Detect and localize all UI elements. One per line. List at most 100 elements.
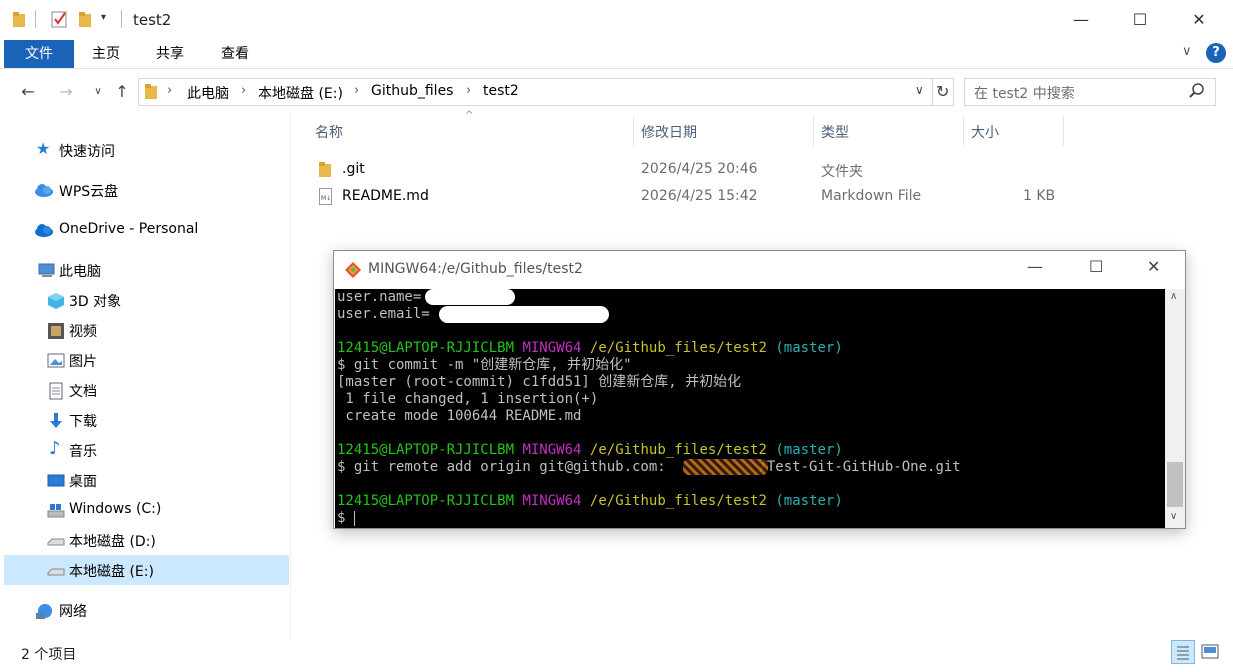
file-type: Markdown File	[821, 188, 922, 204]
window-title: test2	[133, 11, 172, 29]
address-bar[interactable]: › 此电脑 › 本地磁盘 (E:) › Github_files › test2…	[138, 78, 954, 106]
prompt-user: 12415@LAPTOP-RJJICLBM	[337, 442, 515, 458]
large-icons-view-icon[interactable]	[1200, 642, 1220, 666]
breadcrumb-chevron-icon[interactable]: ›	[167, 83, 172, 98]
terminal-scrollbar[interactable]: ∧ ∨	[1165, 289, 1185, 528]
new-folder-icon[interactable]	[78, 10, 94, 32]
column-divider[interactable]	[1063, 116, 1064, 146]
scroll-up-chevron-icon[interactable]: ∧	[1170, 291, 1177, 302]
sidebar-item-documents[interactable]: 文档	[4, 375, 289, 405]
details-view-icon[interactable]	[1171, 640, 1195, 664]
sidebar-item-downloads[interactable]: 下载	[4, 405, 289, 435]
sidebar-item-label: 下载	[69, 414, 97, 430]
search-input[interactable]: 在 test2 中搜索	[964, 78, 1216, 106]
file-modified: 2026/4/25 20:46	[641, 161, 758, 177]
terminal-minimize-button[interactable]: —	[1027, 257, 1043, 276]
sidebar-item-label: 3D 对象	[69, 294, 122, 310]
sidebar-item-videos[interactable]: 视频	[4, 315, 289, 345]
prompt-branch: (master)	[775, 442, 843, 458]
table-row[interactable]: M↓ README.md 2026/4/25 15:42 Markdown Fi…	[310, 185, 1070, 209]
download-arrow-icon	[47, 412, 63, 428]
column-header-size[interactable]: 大小	[971, 122, 999, 142]
navigation-bar: ← → ∨ ↑ › 此电脑 › 本地磁盘 (E:) › Github_files…	[0, 72, 1233, 112]
cube-icon	[47, 292, 64, 309]
maximize-button[interactable]: ☐	[1110, 0, 1170, 40]
sidebar-item-drive-d[interactable]: 本地磁盘 (D:)	[4, 525, 289, 555]
breadcrumb-github-files[interactable]: Github_files	[371, 83, 453, 99]
file-modified: 2026/4/25 15:42	[641, 188, 758, 204]
column-divider[interactable]	[963, 116, 964, 146]
sidebar-item-label: 此电脑	[59, 264, 101, 280]
column-divider[interactable]	[813, 116, 814, 146]
terminal-prompt-line: 12415@LAPTOP-RJJICLBM MINGW64 /e/Github_…	[337, 493, 843, 510]
file-size: 1 KB	[1023, 188, 1056, 204]
forward-arrow-icon[interactable]: →	[54, 80, 78, 104]
breadcrumb-chevron-icon[interactable]: ›	[241, 83, 246, 98]
terminal-line: $ git commit -m "创建新仓库, 并初始化"	[337, 357, 632, 373]
column-divider[interactable]	[633, 116, 634, 146]
sidebar-item-label: OneDrive - Personal	[59, 221, 199, 237]
minimize-button[interactable]: —	[1051, 0, 1111, 40]
table-row[interactable]: .git 2026/4/25 20:46 文件夹	[310, 158, 1070, 182]
terminal-line: $ git remote add origin git@github.com: …	[337, 459, 961, 475]
terminal-input-line[interactable]: $	[337, 510, 354, 527]
terminal-maximize-button[interactable]: ☐	[1089, 257, 1103, 276]
sidebar-item-quick-access[interactable]: ★ 快速访问	[4, 135, 289, 165]
terminal-title: MINGW64:/e/Github_files/test2	[368, 261, 583, 277]
prompt-env: MINGW64	[522, 340, 582, 356]
column-header-modified[interactable]: 修改日期	[641, 122, 697, 142]
up-arrow-icon[interactable]: ↑	[110, 80, 134, 104]
terminal-output[interactable]: user.name= user.email= 12415@LAPTOP-RJJI…	[335, 289, 1165, 528]
tab-share[interactable]: 共享	[140, 40, 200, 68]
sidebar-item-music[interactable]: ♪ 音乐	[4, 435, 289, 465]
folder-icon	[145, 83, 159, 105]
tab-view[interactable]: 查看	[205, 40, 265, 68]
drive-icon	[47, 532, 65, 548]
file-name: .git	[342, 161, 365, 177]
column-header-name[interactable]: 名称	[315, 122, 343, 142]
address-history-chevron-icon[interactable]: ∨	[915, 83, 924, 97]
sidebar-item-pictures[interactable]: 图片	[4, 345, 289, 375]
sidebar-item-wps-cloud[interactable]: WPS云盘	[4, 175, 289, 205]
svg-text:M↓: M↓	[321, 195, 331, 202]
sidebar-item-this-pc[interactable]: 此电脑	[4, 255, 289, 285]
recent-locations-chevron-icon[interactable]: ∨	[86, 80, 110, 104]
terminal-close-button[interactable]: ✕	[1147, 257, 1160, 276]
terminal-line: [master (root-commit) c1fdd51] 创建新仓库, 并初…	[337, 374, 742, 390]
terminal-title-bar[interactable]: MINGW64:/e/Github_files/test2 — ☐ ✕	[334, 251, 1185, 289]
breadcrumb-drive-e[interactable]: 本地磁盘 (E:)	[258, 83, 343, 103]
scrollbar-thumb[interactable]	[1167, 462, 1183, 507]
sidebar-item-drive-c[interactable]: Windows (C:)	[4, 495, 289, 525]
column-header-type[interactable]: 类型	[821, 122, 849, 142]
breadcrumb-test2[interactable]: test2	[483, 83, 519, 99]
markdown-file-icon: M↓	[319, 188, 333, 210]
tab-file[interactable]: 文件	[4, 40, 74, 68]
breadcrumb-chevron-icon[interactable]: ›	[354, 83, 359, 98]
sidebar-item-desktop[interactable]: 桌面	[4, 465, 289, 495]
search-icon[interactable]	[1189, 82, 1205, 104]
sidebar-item-label: Windows (C:)	[69, 501, 162, 517]
redaction-mark	[683, 459, 768, 475]
film-icon	[47, 322, 64, 339]
customize-toolbar-chevron-icon[interactable]: ▾	[101, 12, 106, 23]
terminal-line: create mode 100644 README.md	[337, 408, 582, 424]
sidebar-item-network[interactable]: 网络	[4, 595, 289, 625]
scroll-down-chevron-icon[interactable]: ∨	[1170, 511, 1177, 522]
breadcrumb-this-pc[interactable]: 此电脑	[187, 83, 229, 103]
breadcrumb-chevron-icon[interactable]: ›	[466, 83, 471, 98]
back-arrow-icon[interactable]: ←	[16, 80, 40, 104]
sidebar-item-3d-objects[interactable]: 3D 对象	[4, 285, 289, 315]
cloud-icon	[34, 182, 53, 198]
terminal-cursor	[354, 511, 355, 526]
sidebar-item-drive-e-selected[interactable]: 本地磁盘 (E:)	[4, 555, 289, 585]
close-button[interactable]: ✕	[1169, 0, 1229, 40]
terminal-window[interactable]: MINGW64:/e/Github_files/test2 — ☐ ✕ user…	[333, 250, 1186, 529]
search-placeholder: 在 test2 中搜索	[974, 86, 1075, 102]
refresh-icon[interactable]: ↻	[936, 82, 949, 101]
ribbon-expand-chevron-icon[interactable]: ∨	[1182, 44, 1192, 59]
tab-home[interactable]: 主页	[76, 40, 136, 68]
item-count: 2 个项目	[21, 647, 77, 663]
properties-check-icon[interactable]	[50, 9, 70, 33]
help-icon[interactable]: ?	[1206, 43, 1226, 63]
sidebar-item-onedrive[interactable]: OneDrive - Personal	[4, 215, 289, 245]
